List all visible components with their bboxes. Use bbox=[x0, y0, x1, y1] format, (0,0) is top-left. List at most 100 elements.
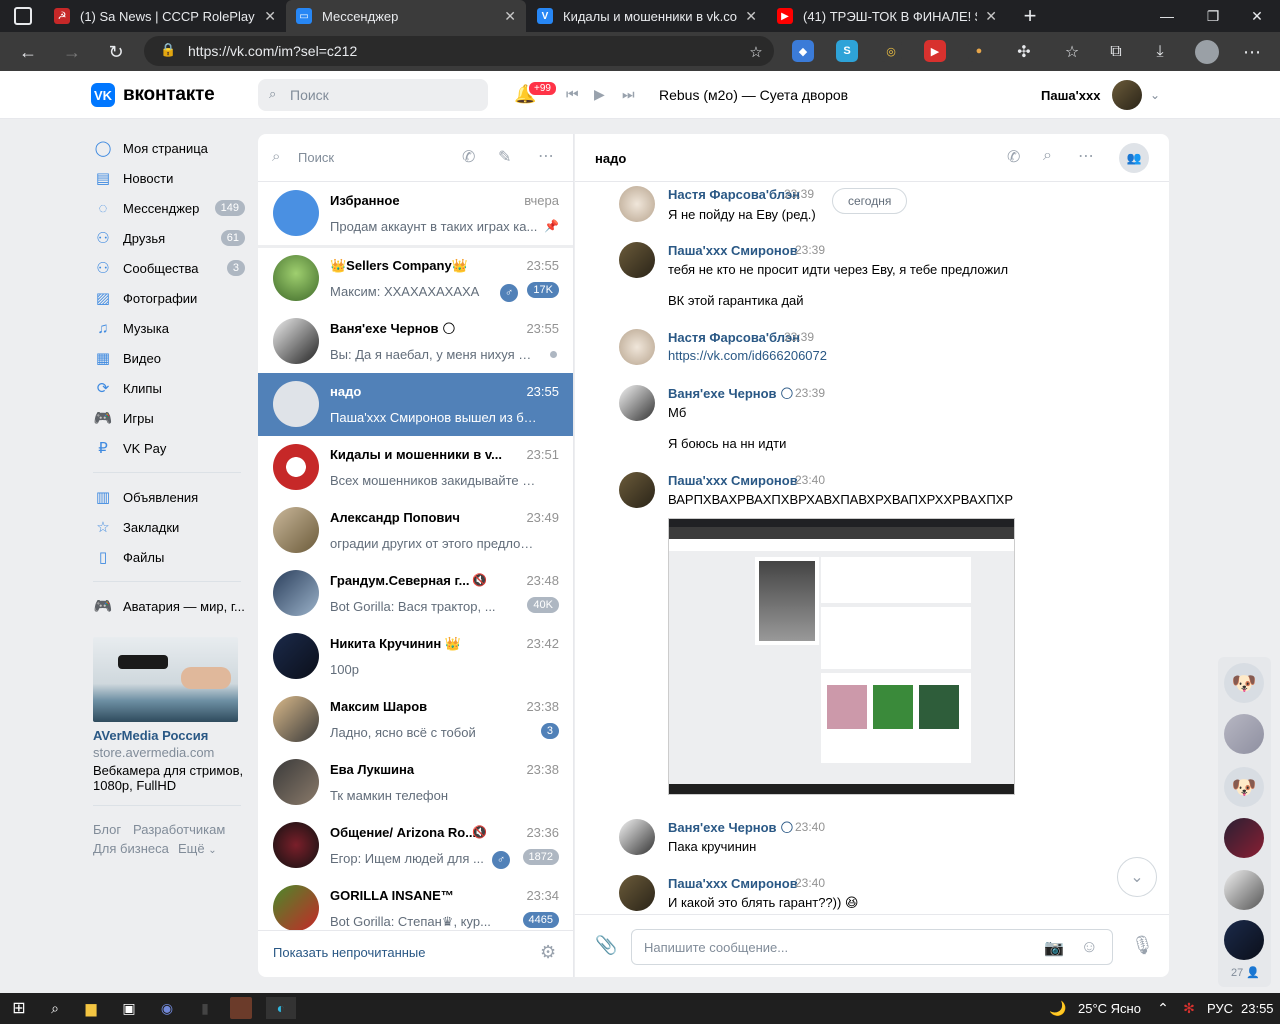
close-icon[interactable]: ✕ bbox=[985, 8, 997, 25]
dialog-item[interactable]: 👑Sellers Company👑 23:55 Максим: ХХАХАХАХАХ… bbox=[258, 247, 573, 310]
microphone-icon[interactable]: 🎙 bbox=[1131, 935, 1154, 956]
close-icon[interactable]: ✕ bbox=[504, 8, 516, 25]
mini-chat-avatar[interactable] bbox=[1224, 920, 1264, 960]
dialog-item[interactable]: Общение/ Arizona Ro... 23:36 Егор: Ищем лю… bbox=[258, 814, 573, 877]
sidebar-item[interactable]: ◌ Мессенджер 149 bbox=[93, 196, 245, 220]
minimize-button[interactable]: — bbox=[1144, 0, 1190, 32]
menu-item-app[interactable]: 🎮 Аватария — мир, г... bbox=[93, 594, 245, 618]
emoji-icon[interactable]: ☺ bbox=[1081, 937, 1098, 957]
dialog-item[interactable]: Кидалы и мошенники в v... 23:51 Всех мошен… bbox=[258, 436, 573, 499]
restore-button[interactable]: ❐ bbox=[1190, 0, 1236, 32]
ad-title[interactable]: AVerMedia Россия bbox=[93, 728, 208, 743]
extension-icon[interactable]: ◎ bbox=[880, 40, 902, 62]
app-icon[interactable]: ▣ bbox=[118, 997, 140, 1019]
dialog-item[interactable]: Ева Лукшина 23:38 Тк мамкин телефон bbox=[258, 751, 573, 814]
attach-icon[interactable]: 📎 bbox=[595, 935, 617, 956]
message-author[interactable]: Паша'xxx Смиронов bbox=[668, 243, 798, 258]
discord-icon[interactable]: ◉ bbox=[156, 997, 178, 1019]
message-avatar[interactable] bbox=[619, 875, 655, 911]
collections-icon[interactable]: ⧉ bbox=[1104, 40, 1128, 64]
extension-icon[interactable]: S bbox=[836, 40, 858, 62]
tray-app-icon[interactable]: ✻ bbox=[1178, 997, 1200, 1019]
sidebar-item[interactable]: ▨ Фотографии bbox=[93, 286, 245, 310]
message-avatar[interactable] bbox=[619, 242, 655, 278]
chevron-down-icon[interactable]: ⌄ bbox=[1150, 88, 1160, 102]
sidebar-item[interactable]: 🎮 Игры bbox=[93, 406, 245, 430]
file-explorer-icon[interactable]: ▆ bbox=[80, 997, 102, 1019]
footer-link-business[interactable]: Для бизнеса bbox=[93, 841, 169, 856]
forward-arrow-icon[interactable]: → bbox=[60, 40, 84, 64]
message-author[interactable]: Паша'xxx Смиронов bbox=[668, 473, 798, 488]
weather-text[interactable]: 25°C Ясно bbox=[1078, 1001, 1141, 1016]
message-author[interactable]: Паша'xxx Смиронов bbox=[668, 876, 798, 891]
reload-icon[interactable]: ↻ bbox=[104, 40, 128, 64]
sidebar-item[interactable]: ⟳ Клипы bbox=[93, 376, 245, 400]
downloads-icon[interactable]: ⤓ bbox=[1148, 40, 1172, 64]
extension-icon[interactable]: ▶ bbox=[924, 40, 946, 62]
message-avatar[interactable] bbox=[619, 329, 655, 365]
mini-chat-avatar[interactable]: 🐶 bbox=[1224, 663, 1264, 703]
user-avatar[interactable] bbox=[1112, 80, 1142, 110]
new-tab-button[interactable]: + bbox=[1007, 0, 1053, 32]
user-name[interactable]: Паша'xxx bbox=[1041, 88, 1100, 103]
favorites-icon[interactable]: ☆ bbox=[1060, 40, 1084, 64]
language-indicator[interactable]: РУС bbox=[1207, 1001, 1233, 1016]
chat-members-icon[interactable]: 👥 bbox=[1119, 143, 1149, 173]
dialog-item-selected[interactable]: надо 23:55 Паша'xxx Смиронов вышел из бесе… bbox=[258, 373, 573, 436]
close-icon[interactable]: ✕ bbox=[745, 8, 757, 25]
cookie-icon[interactable]: ● bbox=[968, 40, 990, 62]
next-track-icon[interactable]: ⏭ bbox=[622, 86, 635, 103]
dialog-item[interactable]: Никита Кручинин 👑 23:42 100р bbox=[258, 625, 573, 688]
vk-logo[interactable]: VK вконтакте bbox=[91, 83, 215, 107]
sidebar-item[interactable]: ☆ Закладки bbox=[93, 515, 245, 539]
show-unread-link[interactable]: Показать непрочитанные bbox=[273, 945, 426, 960]
message-author[interactable]: Настя Фарсова'блэн bbox=[668, 330, 800, 345]
clock[interactable]: 23:55 bbox=[1241, 1001, 1274, 1016]
add-favorite-icon[interactable]: ☆ bbox=[744, 40, 768, 64]
search-icon[interactable]: ⌕ bbox=[44, 997, 66, 1019]
message-avatar[interactable] bbox=[619, 819, 655, 855]
dialog-item[interactable]: Избранное вчера Продам аккаунт в таких игр… bbox=[258, 182, 573, 245]
more-icon[interactable]: ⋯ bbox=[538, 146, 554, 166]
dialog-item[interactable]: Максим Шаров 23:38 Ладно, ясно всё с тобой… bbox=[258, 688, 573, 751]
dialog-item[interactable]: Александр Попович 23:49 оградии других от … bbox=[258, 499, 573, 562]
mini-chat-avatar[interactable] bbox=[1224, 818, 1264, 858]
browser-tab-active[interactable]: ▭ Мессенджер ✕ bbox=[286, 0, 526, 32]
chevron-up-icon[interactable]: ⌃ bbox=[1152, 997, 1174, 1019]
game-icon[interactable] bbox=[230, 997, 252, 1019]
new-call-icon[interactable]: ✆ bbox=[462, 147, 475, 167]
sidebar-item[interactable]: ⚇ Сообщества 3 bbox=[93, 256, 245, 280]
mini-chat-avatar[interactable]: 🐶 bbox=[1224, 767, 1264, 807]
sidebar-item[interactable]: ▯ Файлы bbox=[93, 545, 245, 569]
footer-link-more[interactable]: Ещё ⌄ bbox=[178, 841, 217, 856]
sidebar-item[interactable]: ♫ Музыка bbox=[93, 316, 245, 340]
ad-image[interactable] bbox=[93, 637, 238, 722]
profile-avatar[interactable] bbox=[1195, 40, 1219, 64]
footer-link-dev[interactable]: Разработчикам bbox=[133, 822, 225, 837]
message-author[interactable]: Ваня'exe Чернов 🌕 bbox=[668, 820, 794, 836]
tab-actions-icon[interactable] bbox=[14, 7, 32, 25]
mini-chat-avatar[interactable] bbox=[1224, 870, 1264, 910]
sidebar-item[interactable]: ◯ Моя страница bbox=[93, 136, 245, 160]
current-track[interactable]: Rebus (м2о) — Суета дворов bbox=[659, 87, 848, 103]
more-menu-icon[interactable]: ⋯ bbox=[1240, 40, 1264, 64]
compose-icon[interactable]: ✎ bbox=[498, 147, 511, 167]
scroll-down-button[interactable]: ⌄ bbox=[1117, 857, 1157, 897]
more-icon[interactable]: ⋯ bbox=[1078, 146, 1094, 166]
message-input[interactable]: Напишите сообщение... 📷 ☺ bbox=[631, 929, 1113, 965]
app-icon[interactable]: ▮ bbox=[194, 997, 216, 1019]
sidebar-item[interactable]: ₽ VK Pay bbox=[93, 436, 245, 460]
windows-start-icon[interactable]: ⊞ bbox=[8, 997, 30, 1019]
message-avatar[interactable] bbox=[619, 472, 655, 508]
close-icon[interactable]: ✕ bbox=[264, 8, 276, 25]
screenshot-attachment[interactable] bbox=[668, 518, 1015, 795]
window-close-button[interactable]: ✕ bbox=[1234, 0, 1280, 32]
message-avatar[interactable] bbox=[619, 385, 655, 421]
chat-title[interactable]: надо bbox=[595, 151, 626, 166]
edge-browser-icon[interactable]: ◐ bbox=[266, 997, 296, 1019]
previous-track-icon[interactable]: ⏮ bbox=[566, 86, 579, 103]
extensions-puzzle-icon[interactable]: ✣ bbox=[1012, 40, 1036, 64]
dialog-search-input[interactable]: Поиск bbox=[298, 150, 334, 165]
dialog-item[interactable]: Грандум.Северная г... 23:48 Bot Gorilla: В… bbox=[258, 562, 573, 625]
browser-tab[interactable]: ☭ (1) Sa News | СССР RolePlay ✕ bbox=[44, 0, 286, 32]
